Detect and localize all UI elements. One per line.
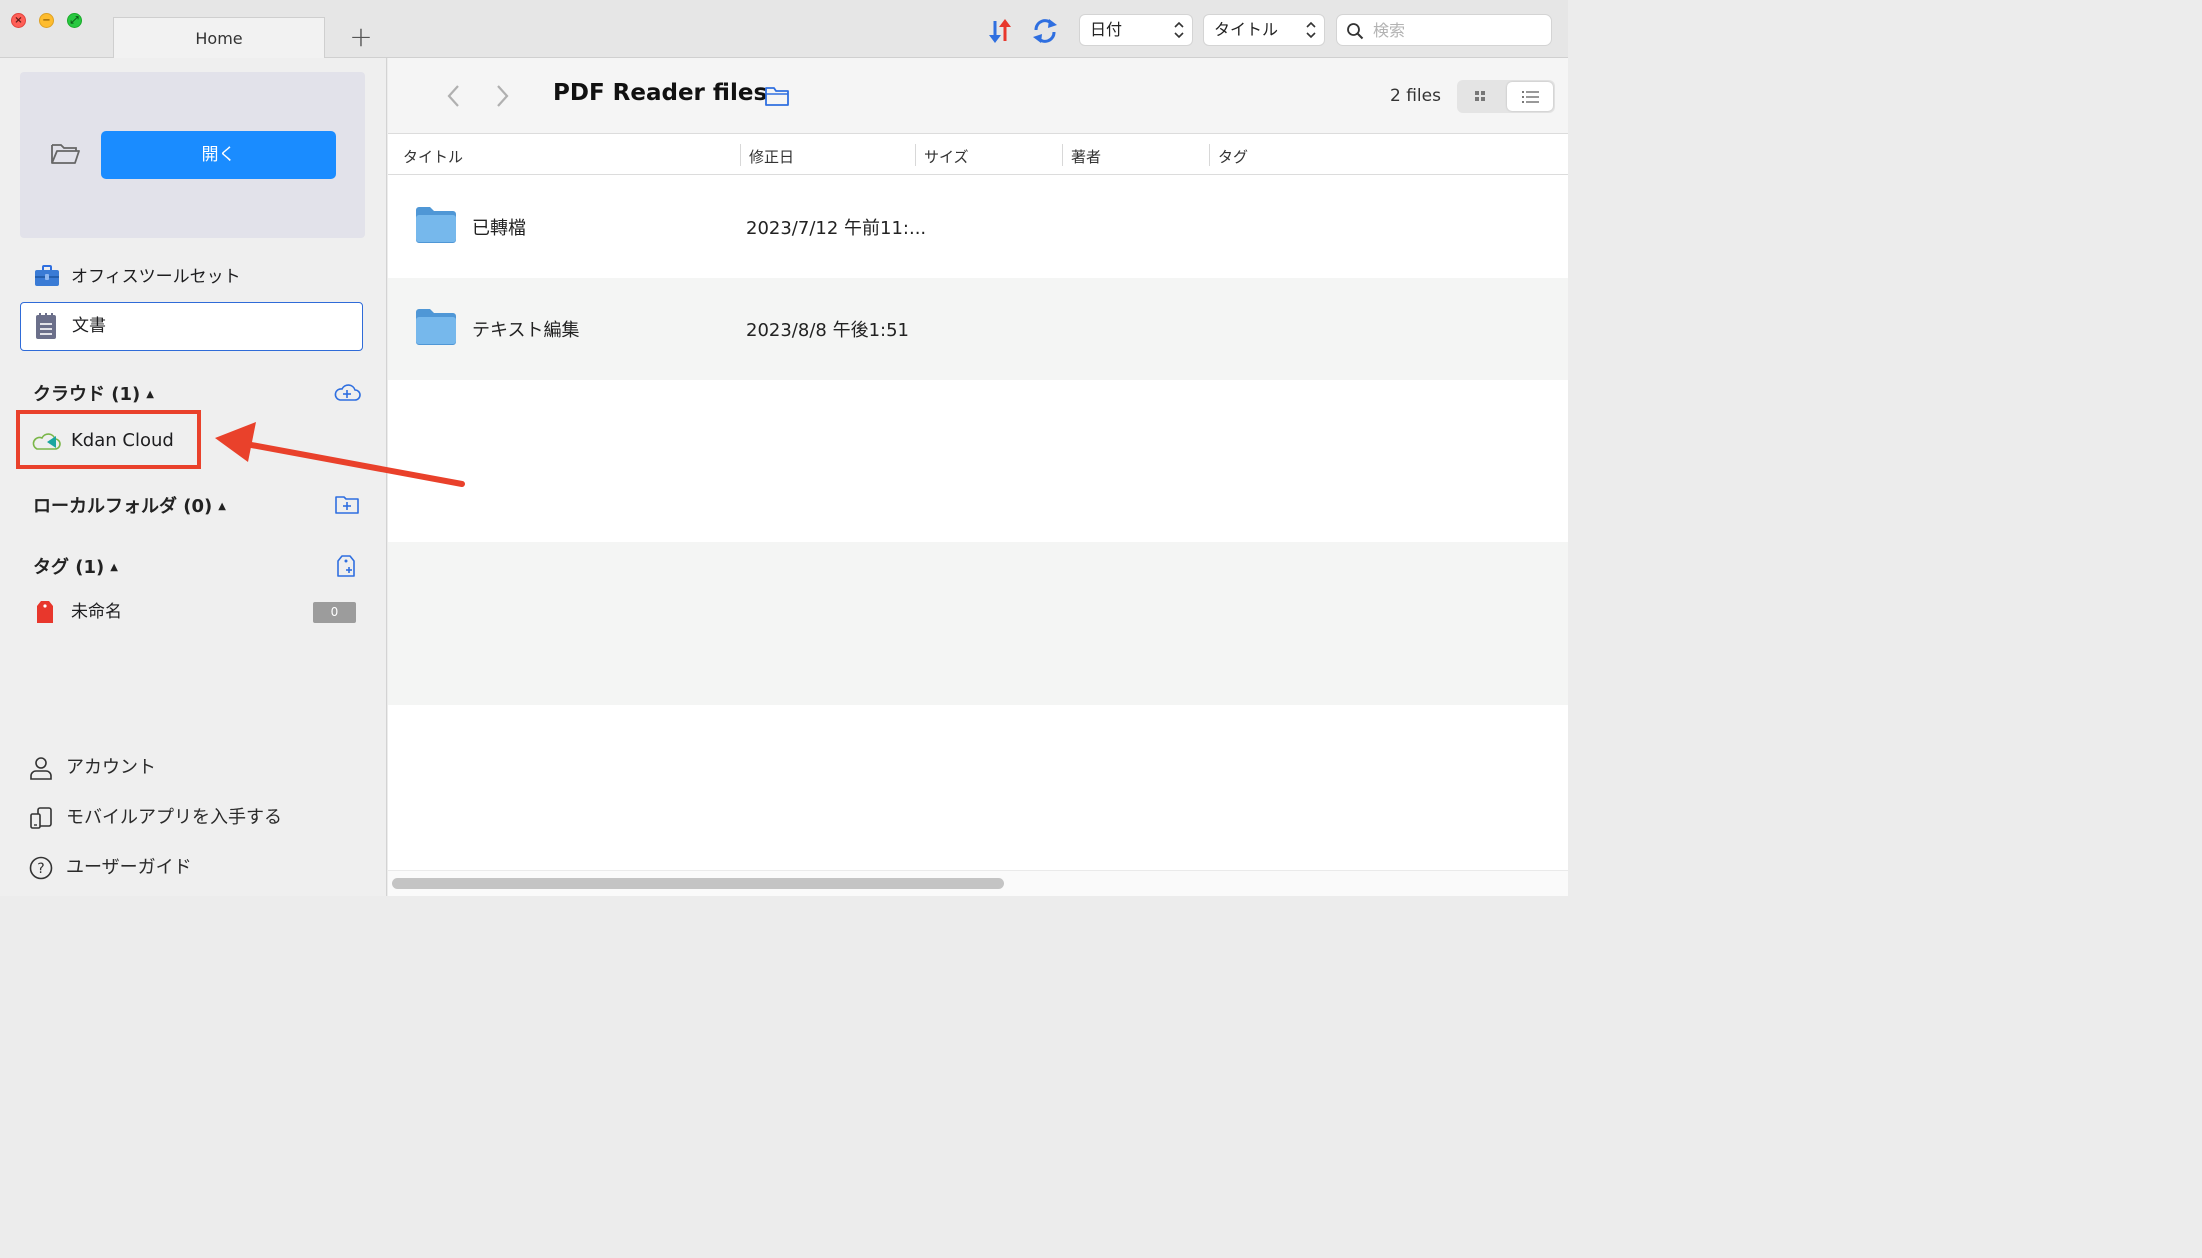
tag-section-title: タグ (1) xyxy=(33,557,105,578)
add-tag-icon[interactable] xyxy=(333,552,361,580)
cloud-section-title: クラウド (1) xyxy=(33,384,141,405)
back-chevron-icon[interactable] xyxy=(444,83,464,109)
refresh-icon[interactable] xyxy=(1030,16,1060,46)
main-panel: PDF Reader files 2 files タイトル 修正日 サイズ 著者… xyxy=(388,58,1568,896)
kdan-cloud-label: Kdan Cloud xyxy=(71,430,174,451)
sort-field-select[interactable]: 日付 xyxy=(1079,14,1193,46)
sidebar-item-label: オフィスツールセット xyxy=(71,267,241,287)
cloud-section-header[interactable]: クラウド (1) ▲ xyxy=(33,380,154,406)
search-input[interactable] xyxy=(1373,19,1543,41)
add-folder-icon[interactable] xyxy=(333,490,361,518)
column-header-size[interactable]: サイズ xyxy=(924,146,969,167)
file-name: テキスト編集 xyxy=(472,320,580,341)
person-icon xyxy=(30,757,52,780)
svg-text:?: ? xyxy=(37,861,44,877)
sort-direction-icon[interactable] xyxy=(985,16,1015,46)
table-row[interactable]: 已轉檔 2023/7/12 午前11:... xyxy=(388,176,1568,278)
tab-home[interactable]: Home xyxy=(113,17,325,58)
sort-field-value: 日付 xyxy=(1090,20,1123,39)
search-icon xyxy=(1347,23,1364,40)
file-modified-date: 2023/7/12 午前11:... xyxy=(746,218,927,239)
add-tab-button[interactable]: + xyxy=(346,22,376,52)
open-file-panel: 開く xyxy=(20,72,365,238)
toolbox-icon xyxy=(35,265,59,286)
open-folder-icon xyxy=(51,144,80,164)
sort-order-value: タイトル xyxy=(1214,20,1279,39)
account-label: アカウント xyxy=(66,757,156,778)
column-header-row: タイトル 修正日 サイズ 著者 タグ xyxy=(388,134,1568,175)
grid-view-button[interactable] xyxy=(1459,82,1503,111)
close-icon: × xyxy=(14,15,23,26)
view-mode-toggle xyxy=(1457,80,1555,113)
get-mobile-app-label: モバイルアプリを入手する xyxy=(66,807,282,828)
column-divider[interactable] xyxy=(740,144,741,166)
title-bar: × − ⤢ Home + 日付 タイトル xyxy=(0,0,1568,58)
user-guide-label: ユーザーガイド xyxy=(66,857,192,878)
caret-up-icon: ▲ xyxy=(146,389,154,400)
help-icon: ? xyxy=(29,856,53,880)
search-box[interactable] xyxy=(1336,14,1552,46)
minimize-window-button[interactable]: − xyxy=(39,13,54,28)
column-header-modified[interactable]: 修正日 xyxy=(749,146,794,167)
local-folder-section-header[interactable]: ローカルフォルダ (0) ▲ xyxy=(33,492,226,518)
column-header-title[interactable]: タイトル xyxy=(403,146,463,167)
empty-row-stripe xyxy=(388,542,1568,705)
folder-icon[interactable] xyxy=(764,85,790,107)
folder-icon xyxy=(416,207,456,243)
open-button[interactable]: 開く xyxy=(101,131,336,179)
sidebar-item-documents[interactable]: 文書 xyxy=(20,302,363,351)
sidebar: 開く オフィスツールセット 文書 クラウド (1) ▲ Kdan Cloud ロ… xyxy=(0,58,387,896)
list-view-button[interactable] xyxy=(1507,82,1553,111)
tag-icon xyxy=(37,601,53,623)
column-header-author[interactable]: 著者 xyxy=(1071,146,1101,167)
sort-order-select[interactable]: タイトル xyxy=(1203,14,1325,46)
tag-count-badge: 0 xyxy=(313,602,356,623)
chevron-updown-icon xyxy=(1306,21,1316,39)
local-folder-section-title: ローカルフォルダ (0) xyxy=(33,496,213,517)
column-divider[interactable] xyxy=(1209,144,1210,166)
file-count: 2 files xyxy=(1390,86,1441,106)
page-title: PDF Reader files xyxy=(553,80,768,106)
add-cloud-icon[interactable] xyxy=(333,379,361,407)
column-divider[interactable] xyxy=(1062,144,1063,166)
column-divider[interactable] xyxy=(915,144,916,166)
caret-up-icon: ▲ xyxy=(218,501,226,512)
column-header-tag[interactable]: タグ xyxy=(1218,146,1248,167)
kdan-cloud-icon xyxy=(32,433,61,450)
horizontal-scrollbar[interactable] xyxy=(392,878,1004,889)
file-name: 已轉檔 xyxy=(472,218,526,239)
list-icon xyxy=(1522,91,1539,103)
forward-chevron-icon[interactable] xyxy=(492,83,512,109)
minimize-icon: − xyxy=(42,15,51,26)
close-window-button[interactable]: × xyxy=(11,13,26,28)
table-row[interactable]: テキスト編集 2023/8/8 午後1:51 xyxy=(388,278,1568,380)
fullscreen-icon: ⤢ xyxy=(70,15,79,26)
mobile-app-icon xyxy=(30,807,52,829)
notepad-icon xyxy=(36,313,56,339)
caret-up-icon: ▲ xyxy=(110,562,118,573)
sidebar-item-office-toolset[interactable]: オフィスツールセット xyxy=(20,254,363,300)
folder-icon xyxy=(416,309,456,345)
grid-icon xyxy=(1475,91,1485,101)
file-modified-date: 2023/8/8 午後1:51 xyxy=(746,320,909,341)
fullscreen-window-button[interactable]: ⤢ xyxy=(67,13,82,28)
sidebar-item-label: 文書 xyxy=(72,316,106,336)
tag-label: 未命名 xyxy=(71,602,122,622)
tag-item[interactable]: 未命名 0 xyxy=(36,597,356,627)
tag-section-header[interactable]: タグ (1) ▲ xyxy=(33,553,118,579)
chevron-updown-icon xyxy=(1174,21,1184,39)
main-header: PDF Reader files 2 files xyxy=(388,58,1568,134)
